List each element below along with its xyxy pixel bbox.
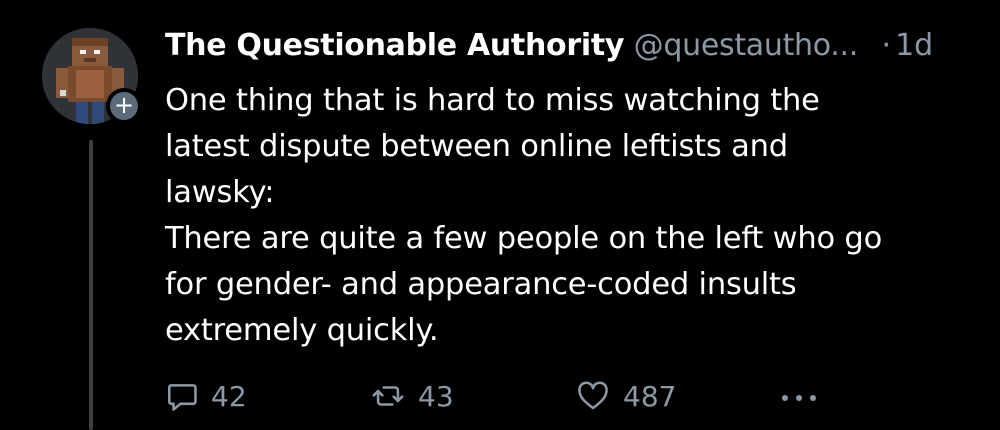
heart-icon [578, 381, 608, 410]
tweet-timestamp[interactable]: 1d [895, 28, 933, 63]
like-button[interactable]: 487 [575, 374, 676, 418]
more-button[interactable] [777, 374, 833, 418]
tweet-actions: 42 43 487 [165, 374, 825, 418]
thread-line [89, 140, 93, 430]
tweet-header: The Questionable Authority @questautho..… [165, 26, 933, 66]
avatar-column: + [42, 28, 146, 430]
retweet-icon [372, 386, 404, 406]
header-separator: · [881, 28, 892, 63]
tweet[interactable]: + The Questionable Authority @questautho… [0, 0, 1000, 430]
author-handle[interactable]: @questautho... [634, 28, 859, 63]
tweet-text: One thing that is hard to miss watching … [165, 83, 883, 348]
retweet-count: 43 [418, 379, 454, 413]
more-icon [782, 395, 816, 401]
follow-badge[interactable]: + [106, 88, 142, 124]
author-display-name[interactable]: The Questionable Authority [165, 28, 624, 63]
retweet-button[interactable]: 43 [370, 374, 454, 418]
reply-count: 42 [211, 379, 247, 413]
like-count: 487 [623, 379, 677, 413]
reply-icon [167, 384, 197, 411]
reply-button[interactable]: 42 [165, 374, 247, 418]
